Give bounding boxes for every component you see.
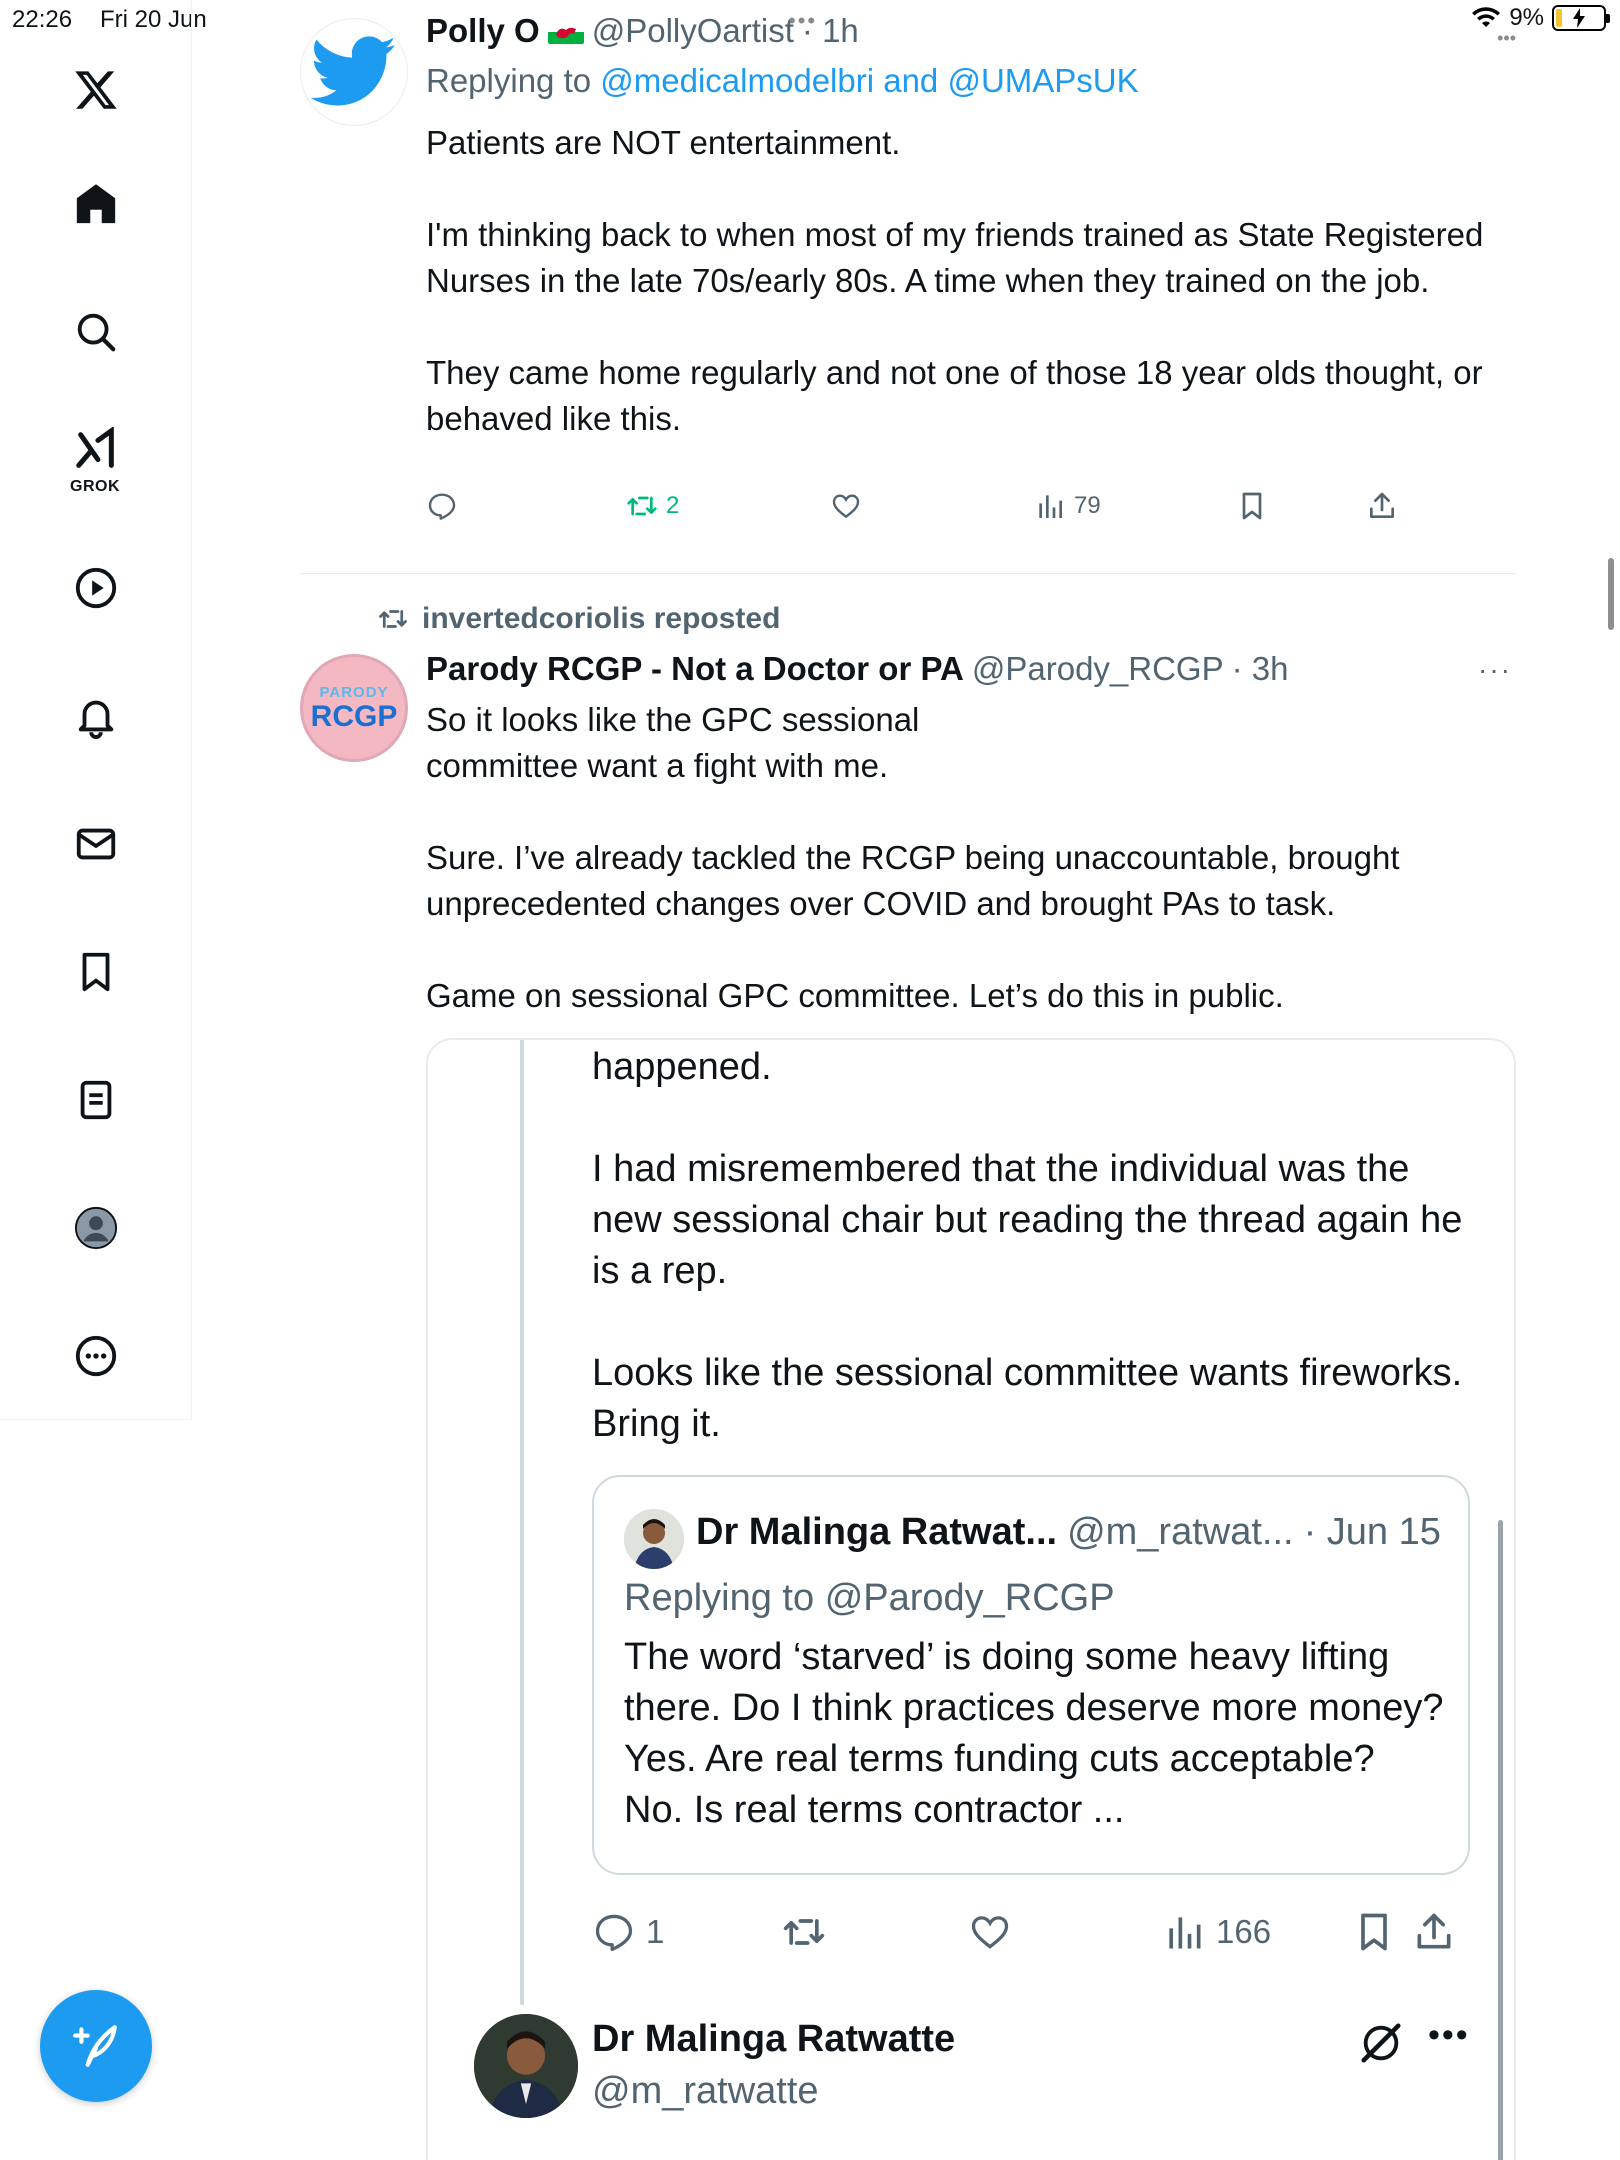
person-photo (474, 2014, 578, 2118)
twitter-bird-icon (310, 36, 396, 106)
reply-button[interactable] (426, 490, 458, 522)
video-play-icon[interactable] (66, 558, 126, 618)
nested-quote-card[interactable]: Dr Malinga Ratwat... @m_ratwat... · Jun … (592, 1475, 1470, 1875)
wifi-icon (1472, 7, 1501, 27)
views-chart-icon (1169, 1917, 1201, 1949)
bookmarks-icon[interactable] (66, 942, 126, 1002)
views-chart-icon (1039, 495, 1062, 518)
author-handle[interactable]: @m_ratwat... (1067, 1511, 1294, 1554)
tweet-divider (300, 573, 1516, 574)
author-name[interactable]: Dr Malinga Ratwatte (592, 2018, 955, 2061)
reply-icon (595, 1914, 633, 1952)
more-menu-button[interactable]: ··· (1478, 654, 1512, 686)
x-logo-icon[interactable] (66, 60, 126, 120)
author-name[interactable]: Polly O (426, 12, 540, 50)
lists-icon[interactable] (66, 1070, 126, 1130)
replying-to-handles[interactable]: @Parody_RCGP (825, 1577, 1115, 1619)
author-name[interactable]: Parody RCGP - Not a Doctor or PA (426, 650, 964, 688)
compose-post-button[interactable] (40, 1990, 152, 2102)
reply-icon (428, 493, 456, 520)
replying-to: Replying to @medicalmodelbri and @UMAPsU… (426, 62, 1139, 100)
tweet-text: So it looks like the GPC sessional commi… (426, 701, 1400, 1014)
tweet-text: Patients are NOT entertainment. I'm thin… (426, 124, 1484, 437)
grok-label: GROK (70, 478, 120, 495)
repost-icon (379, 610, 407, 628)
person-photo (624, 1509, 684, 1569)
author-handle[interactable]: @Parody_RCGP (972, 650, 1224, 688)
retweet-icon (783, 1919, 825, 1945)
avatar[interactable] (300, 18, 408, 126)
tweet-time[interactable]: · Jun 15 (1304, 1511, 1441, 1554)
avatar-rcgp-text: RCGP (310, 699, 398, 733)
bookmark-icon (1242, 492, 1262, 520)
sidebar: GROK (0, 0, 192, 1420)
author-handle[interactable]: @PollyOartist (592, 12, 794, 50)
quoted-text: happened. I had misremembered that the i… (592, 1046, 1463, 1445)
tweet-time[interactable]: · 1h (802, 12, 859, 50)
bookmark-button[interactable] (1352, 1910, 1396, 1954)
quoted-thread-card[interactable]: happened. I had misremembered that the i… (426, 1038, 1516, 2160)
thread-connector-line (520, 1040, 524, 2005)
reply-button[interactable]: 1 (592, 1910, 664, 1954)
heart-icon (971, 1916, 1009, 1949)
bookmark-icon (1361, 1913, 1387, 1951)
author-name[interactable]: Dr Malinga Ratwat... (696, 1511, 1057, 1554)
tweet-header: Parody RCGP - Not a Doctor or PA @Parody… (426, 650, 1289, 688)
reply-count: 1 (646, 1913, 665, 1950)
retweet-icon (627, 496, 657, 516)
replying-to-label: Replying to (426, 62, 592, 99)
grok-icon[interactable] (66, 420, 126, 480)
views-count: 166 (1216, 1913, 1272, 1950)
avatar-parody-text: PARODY (319, 683, 389, 701)
replying-to-label: Replying to (624, 1577, 815, 1619)
battery-charging-icon (1552, 5, 1610, 31)
share-icon (1417, 1913, 1451, 1949)
like-button[interactable] (830, 490, 862, 522)
repost-indicator[interactable]: invertedcoriolis reposted (376, 602, 780, 636)
retweet-button[interactable] (782, 1910, 826, 1954)
share-button[interactable] (1412, 1910, 1456, 1954)
quote-scrollbar[interactable] (1498, 1520, 1503, 2160)
retweet-button[interactable]: 2 (626, 490, 679, 522)
welsh-flag-icon (547, 20, 584, 44)
heart-icon (832, 494, 860, 519)
tweet-time[interactable]: · 3h (1232, 650, 1289, 688)
views-count: 79 (1074, 492, 1101, 519)
author-handle[interactable]: @m_ratwatte (592, 2070, 819, 2113)
home-icon[interactable] (66, 174, 126, 234)
nested-tweet-header: Dr Malinga Ratwat... @m_ratwat... · Jun … (696, 1511, 1441, 1554)
grok-explain-icon[interactable] (1358, 2020, 1404, 2066)
share-icon (1370, 492, 1394, 518)
repost-label: invertedcoriolis reposted (422, 602, 781, 635)
bookmark-button[interactable] (1236, 490, 1268, 522)
status-right: 9% (1471, 4, 1610, 32)
page-scrollbar[interactable] (1608, 558, 1614, 630)
retweet-count: 2 (666, 492, 680, 519)
compose-feather-icon (73, 2025, 117, 2067)
notifications-bell-icon[interactable] (66, 686, 126, 746)
tweet-header: Polly O @PollyOartist · 1h (426, 12, 859, 50)
quote-actions: 1 166 (592, 1910, 1472, 1970)
views-button[interactable]: 79 (1034, 490, 1101, 522)
profile-avatar-icon[interactable] (66, 1198, 126, 1258)
messages-envelope-icon[interactable] (66, 814, 126, 874)
more-menu-button[interactable]: ••• (1428, 2016, 1470, 2055)
views-button[interactable]: 166 (1162, 1910, 1271, 1954)
avatar[interactable]: PARODY RCGP (300, 654, 408, 762)
nested-tweet-text: The word ‘starved’ is doing some heavy l… (624, 1636, 1444, 1831)
search-icon[interactable] (66, 302, 126, 362)
replying-to-handles[interactable]: @medicalmodelbri and @UMAPsUK (600, 62, 1138, 99)
share-button[interactable] (1366, 490, 1398, 522)
avatar[interactable] (474, 2014, 578, 2118)
status-secondary-dots: ••• (1497, 28, 1516, 48)
more-options-icon[interactable] (66, 1326, 126, 1386)
replying-to: Replying to @Parody_RCGP (624, 1577, 1115, 1620)
avatar[interactable] (624, 1509, 684, 1569)
like-button[interactable] (968, 1910, 1012, 1954)
